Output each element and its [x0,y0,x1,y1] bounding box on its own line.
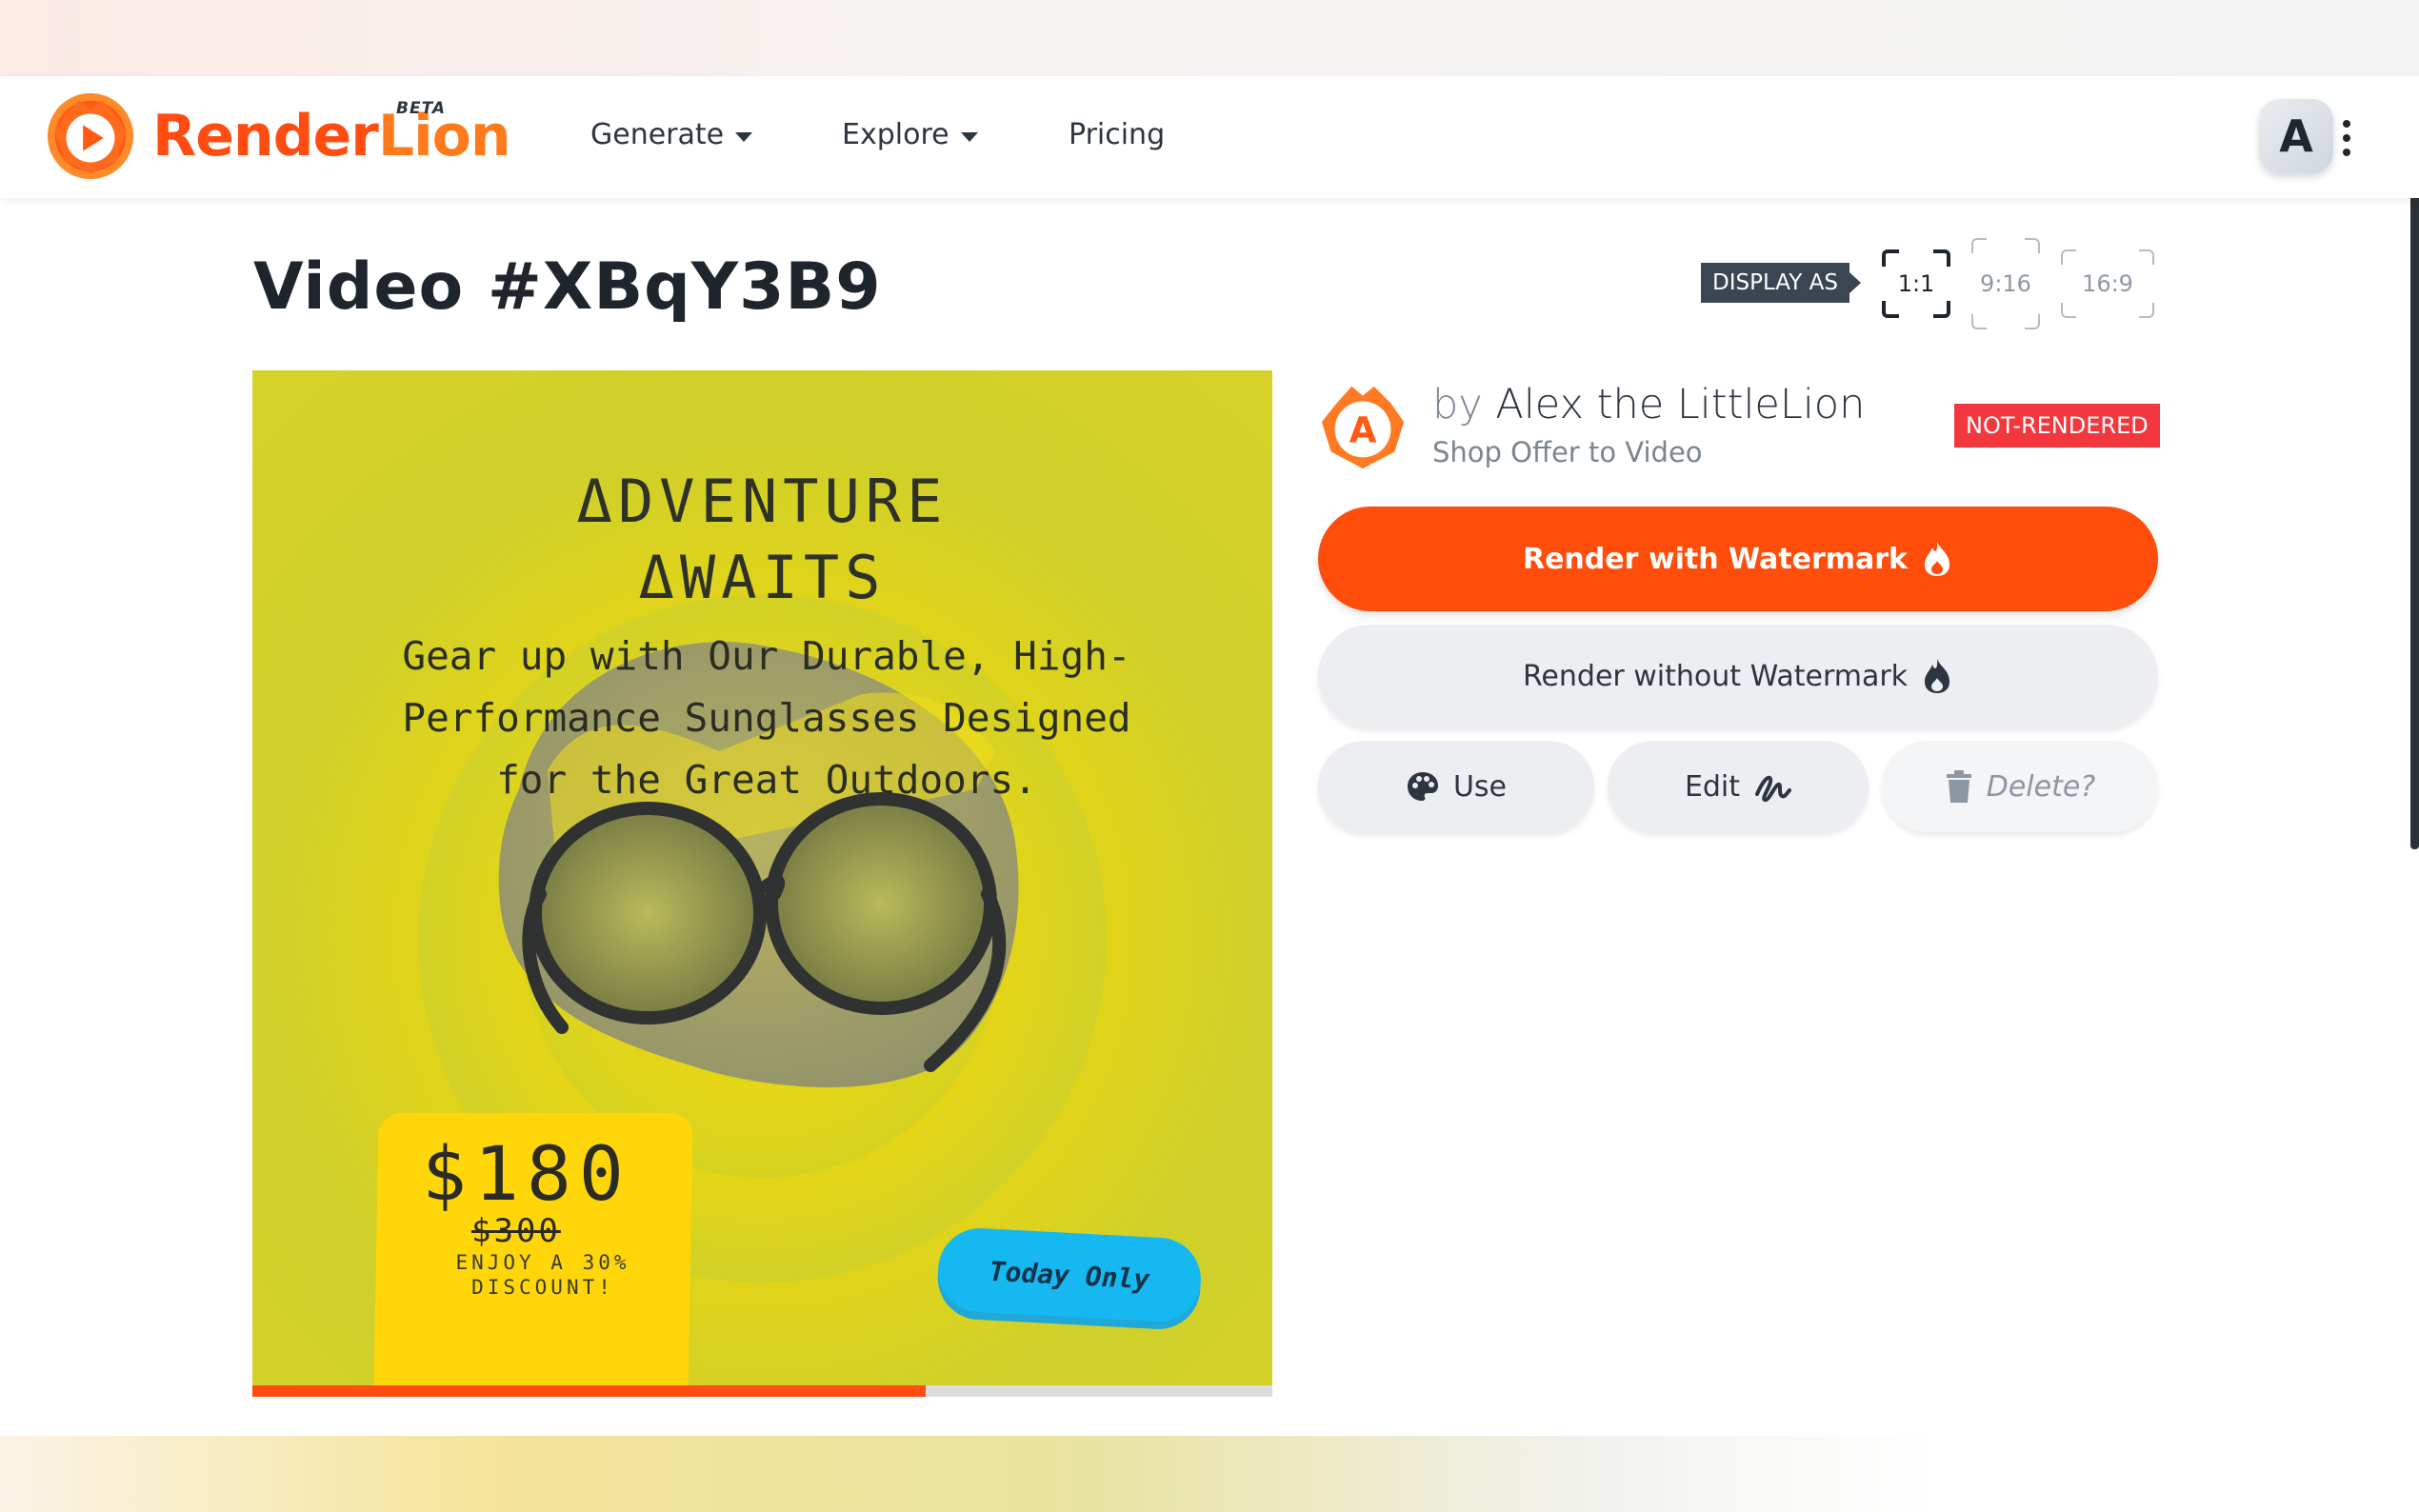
flame-icon [1925,659,1950,693]
beta-badge: BETA [396,99,447,118]
top-gradient-strip [0,0,2419,76]
logo-word-render: Render [152,103,379,169]
use-label: Use [1452,769,1508,804]
render-with-watermark-label: Render with Watermark [1522,542,1908,576]
headline-line-1: ΔDVENTURE [576,467,949,536]
author-name[interactable]: Alex the LittleLion [1495,381,1865,428]
nav-generate-label: Generate [590,118,725,151]
today-only-badge: Today Only [935,1225,1204,1324]
video-subtext: Gear up with Our Durable, High-Performan… [402,633,1131,803]
ratio-9-16-button[interactable]: 9:16 [1971,238,2040,329]
nav-explore-label: Explore [842,118,950,151]
edit-label: Edit [1684,769,1741,804]
template-name[interactable]: Shop Offer to Video [1432,436,1703,468]
ratio-1-1-label: 1:1 [1897,270,1935,297]
nav-pricing[interactable]: Pricing [1069,118,1165,151]
author-avatar[interactable]: A [1316,379,1409,472]
ratio-1-1-button[interactable]: 1:1 [1882,249,1950,318]
render-without-watermark-label: Render without Watermark [1522,659,1909,693]
kebab-menu-icon[interactable] [2341,120,2352,156]
palette-icon [1407,772,1438,801]
author-by-prefix: by [1432,381,1483,428]
author-avatar-initial: A [1349,409,1377,451]
signature-icon [1755,775,1792,803]
delete-button[interactable]: Delete? [1882,741,2158,832]
delete-label: Delete? [1986,769,2096,804]
page-scrollbar[interactable] [2410,107,2419,849]
user-avatar-button[interactable]: A [2259,99,2333,173]
discount-text: ENJOY A 30% DISCOUNT! [429,1250,657,1300]
render-without-watermark-button[interactable]: Render without Watermark [1318,625,2158,727]
ratio-9-16-label: 9:16 [1980,270,2031,297]
page-title: Video #XBqY3B9 [253,249,882,325]
nav-generate[interactable]: Generate [590,118,753,151]
old-price-value: $300 [471,1212,561,1250]
author-byline: by Alex the LittleLion [1432,381,1865,428]
render-status-badge: NOT-RENDERED [1954,404,2160,448]
top-navbar: RenderLion BETA Generate Explore Pricing… [0,76,2419,198]
ratio-16-9-label: 16:9 [2082,270,2133,297]
flame-icon [1925,542,1949,576]
edit-button[interactable]: Edit [1608,741,1869,832]
trash-icon [1946,770,1971,803]
discount-line-1: ENJOY A 30% [455,1251,630,1274]
caret-down-icon [735,131,753,142]
render-with-watermark-button[interactable]: Render with Watermark [1318,507,2158,611]
nav-explore[interactable]: Explore [842,118,978,151]
nav-pricing-label: Pricing [1069,118,1166,151]
video-progress-fill [252,1385,926,1397]
discount-line-2: DISCOUNT! [471,1276,614,1299]
headline-line-2: ΔWAITS [638,543,887,612]
video-preview[interactable]: ΔDVENTURE ΔWAITS Gear up with Our Durabl… [252,370,1272,1385]
bottom-gradient-strip [0,1436,2419,1512]
video-progress-bar[interactable] [252,1385,1272,1397]
video-headline: ΔDVENTURE ΔWAITS [252,464,1272,616]
price-value: $180 [422,1132,631,1218]
caret-down-icon [960,131,978,142]
logo-wordmark: RenderLion [152,108,511,165]
ratio-16-9-button[interactable]: 16:9 [2061,249,2154,318]
use-button[interactable]: Use [1318,741,1594,832]
lion-play-logo-icon [47,92,134,180]
display-as-label: DISPLAY AS [1701,263,1861,303]
